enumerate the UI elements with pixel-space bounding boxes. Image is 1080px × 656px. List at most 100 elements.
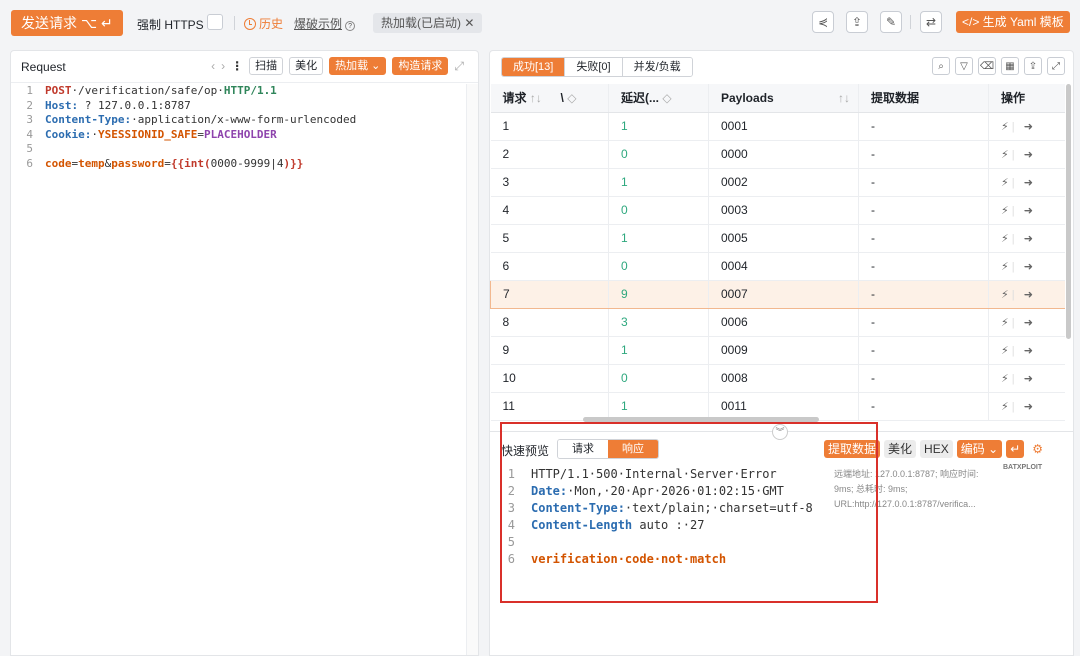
send-icon[interactable]: ⚡ (1001, 289, 1009, 301)
cell-payload: 0001 (708, 112, 859, 141)
cell-request: 9 (490, 336, 549, 365)
edit-icon[interactable]: ✎ (880, 11, 902, 33)
code-token: password (111, 156, 165, 170)
table-row[interactable]: 10 0 0008- ⚡ | ➜ (490, 364, 1065, 393)
code-token: PLACEHOLDER (203, 127, 277, 141)
table-row[interactable]: 9 1 0009- ⚡ | ➜ (490, 336, 1065, 365)
encode-button[interactable]: 编码 ⌄ (956, 440, 1003, 458)
arrow-right-icon[interactable]: ➜ (1024, 261, 1033, 273)
tab-fail[interactable]: 失败[0] (565, 58, 623, 76)
arrow-right-icon[interactable]: ➜ (1024, 289, 1033, 301)
tab-success[interactable]: 成功[13] (502, 58, 566, 76)
table-row[interactable]: 11 1 0011- ⚡ | ➜ (490, 392, 1065, 421)
search-icon[interactable]: ⌕ (932, 57, 950, 75)
history-button[interactable]: 历史 (244, 15, 283, 32)
swap-icon[interactable]: ⇄ (920, 11, 942, 33)
table-row[interactable]: 6 0 0004- ⚡ | ➜ (490, 252, 1065, 281)
table-row[interactable]: 5 1 0005- ⚡ | ➜ (490, 224, 1065, 253)
table-row[interactable]: 4 0 0003- ⚡ | ➜ (490, 196, 1065, 225)
table-row[interactable]: 1 1 0001- ⚡ | ➜ (490, 112, 1065, 141)
cell-size (548, 112, 609, 141)
code-token: 127.0.0.1:8787 (91, 98, 191, 112)
table-row[interactable]: 7 9 0007- ⚡ | ➜ (490, 279, 1065, 309)
arrow-right-icon[interactable]: ➜ (1024, 401, 1033, 413)
settings-icon[interactable]: ⚙ (1028, 440, 1047, 458)
beautify-button[interactable]: 美化 (289, 57, 324, 75)
more-icon[interactable]: ⋮ (231, 59, 243, 73)
col-payloads[interactable]: Payloads ↑↓ (708, 84, 859, 113)
construct-request-button[interactable]: 构造请求 (392, 57, 449, 75)
filter-icon[interactable]: ▽ (955, 57, 973, 75)
code-line: 4 Cookie: · YSESSIONID_SAFE = PLACEHOLDER (11, 128, 465, 143)
send-icon[interactable]: ⚡ (1001, 233, 1009, 245)
col-delay[interactable]: 延迟(... ◇ (608, 84, 709, 113)
example-link[interactable]: 爆破示例? (294, 15, 356, 32)
cell-size (548, 168, 609, 197)
table-row[interactable]: 3 1 0002- ⚡ | ➜ (490, 168, 1065, 197)
code-line: 3 Content-Type: ·application/x-www-form-ur… (11, 113, 465, 128)
code-token: code (45, 156, 72, 170)
request-panel-header: Request ‹ › ⋮ 扫描 美化 热加载 ⌄ 构造请求 ⤢ (11, 51, 478, 83)
force-https-checkbox[interactable] (207, 14, 223, 30)
example-label: 爆破示例 (294, 17, 343, 31)
share-icon[interactable]: ⋞ (812, 11, 834, 33)
tab-concurrency[interactable]: 并发/负载 (622, 58, 692, 76)
cell-actions: ⚡ | ➜ (988, 252, 1065, 281)
arrow-right-icon[interactable]: ➜ (1024, 317, 1033, 329)
col-request-label: 请求 (502, 91, 527, 106)
cell-payload: 0008 (708, 364, 859, 393)
generate-yaml-button[interactable]: </> 生成 Yaml 模板 (956, 11, 1070, 33)
arrow-right-icon[interactable]: ➜ (1024, 121, 1033, 133)
col-size[interactable]: \ ◇ (548, 84, 609, 113)
arrow-right-icon[interactable]: ➜ (1024, 233, 1033, 245)
send-icon[interactable]: ⚡ (1001, 345, 1009, 357)
wrap-icon[interactable]: ↵ (1006, 440, 1025, 458)
send-icon[interactable]: ⚡ (1001, 149, 1009, 161)
arrow-right-icon[interactable]: ➜ (1024, 177, 1033, 189)
hotload-button[interactable]: 热加载 ⌄ (329, 57, 387, 75)
cell-request: 10 (490, 364, 549, 393)
fullscreen-icon[interactable]: ⤢ (1047, 57, 1065, 75)
scan-button[interactable]: 扫描 (249, 57, 284, 75)
send-icon[interactable]: ⚡ (1001, 205, 1009, 217)
clear-icon[interactable]: ⌫ (978, 57, 996, 75)
arrow-right-icon[interactable]: ➜ (1024, 149, 1033, 161)
line-number: 6 (26, 156, 33, 170)
fullscreen-icon[interactable]: ⤢ (454, 59, 464, 74)
send-icon[interactable]: ⚡ (1001, 401, 1009, 413)
table-header-row: 请求 ↑↓ \ ◇ 延迟(... ◇ Payloads ↑↓ 提取数据 操作 (490, 84, 1065, 113)
cell-delay: 1 (608, 392, 709, 421)
request-editor[interactable]: 1 POST ·/verification/safe/op· HTTP/1.1 2 Hos… (11, 84, 465, 171)
export-icon[interactable]: ⇪ (846, 11, 868, 33)
cell-actions: ⚡ | ➜ (988, 392, 1065, 421)
table-vertical-scrollbar[interactable] (1066, 84, 1071, 339)
hex-button[interactable]: HEX (920, 440, 953, 458)
send-icon[interactable]: ⚡ (1001, 261, 1009, 273)
send-icon[interactable]: ⚡ (1001, 177, 1009, 189)
beautify-button[interactable]: 美化 (884, 440, 917, 458)
cell-payload: 0009 (708, 336, 859, 365)
send-icon[interactable]: ⚡ (1001, 121, 1009, 133)
cell-request: 11 (490, 392, 549, 421)
close-icon[interactable]: ✕ (464, 16, 474, 30)
cell-request: 3 (490, 168, 549, 197)
cell-size (548, 392, 609, 421)
editor-scrollbar[interactable] (466, 84, 478, 655)
code-line: 5 (11, 142, 465, 157)
arrow-right-icon[interactable]: ➜ (1024, 373, 1033, 385)
arrow-right-icon[interactable]: ➜ (1024, 345, 1033, 357)
cell-actions: ⚡ | ➜ (988, 308, 1065, 337)
send-request-button[interactable]: 发送请求 ⌥ ↵ (11, 10, 123, 36)
arrow-right-icon[interactable]: ➜ (1024, 205, 1033, 217)
col-extract[interactable]: 提取数据 (858, 84, 989, 113)
columns-icon[interactable]: ▦ (1001, 57, 1019, 75)
send-icon[interactable]: ⚡ (1001, 373, 1009, 385)
next-arrow-icon[interactable]: › (221, 59, 225, 73)
prev-arrow-icon[interactable]: ‹ (211, 59, 215, 73)
export-icon[interactable]: ⇪ (1024, 57, 1042, 75)
cell-extract: - (858, 168, 989, 197)
send-icon[interactable]: ⚡ (1001, 317, 1009, 329)
table-row[interactable]: 2 0 0000- ⚡ | ➜ (490, 140, 1065, 169)
table-row[interactable]: 8 3 0006- ⚡ | ➜ (490, 308, 1065, 337)
col-request[interactable]: 请求 ↑↓ (490, 84, 549, 113)
